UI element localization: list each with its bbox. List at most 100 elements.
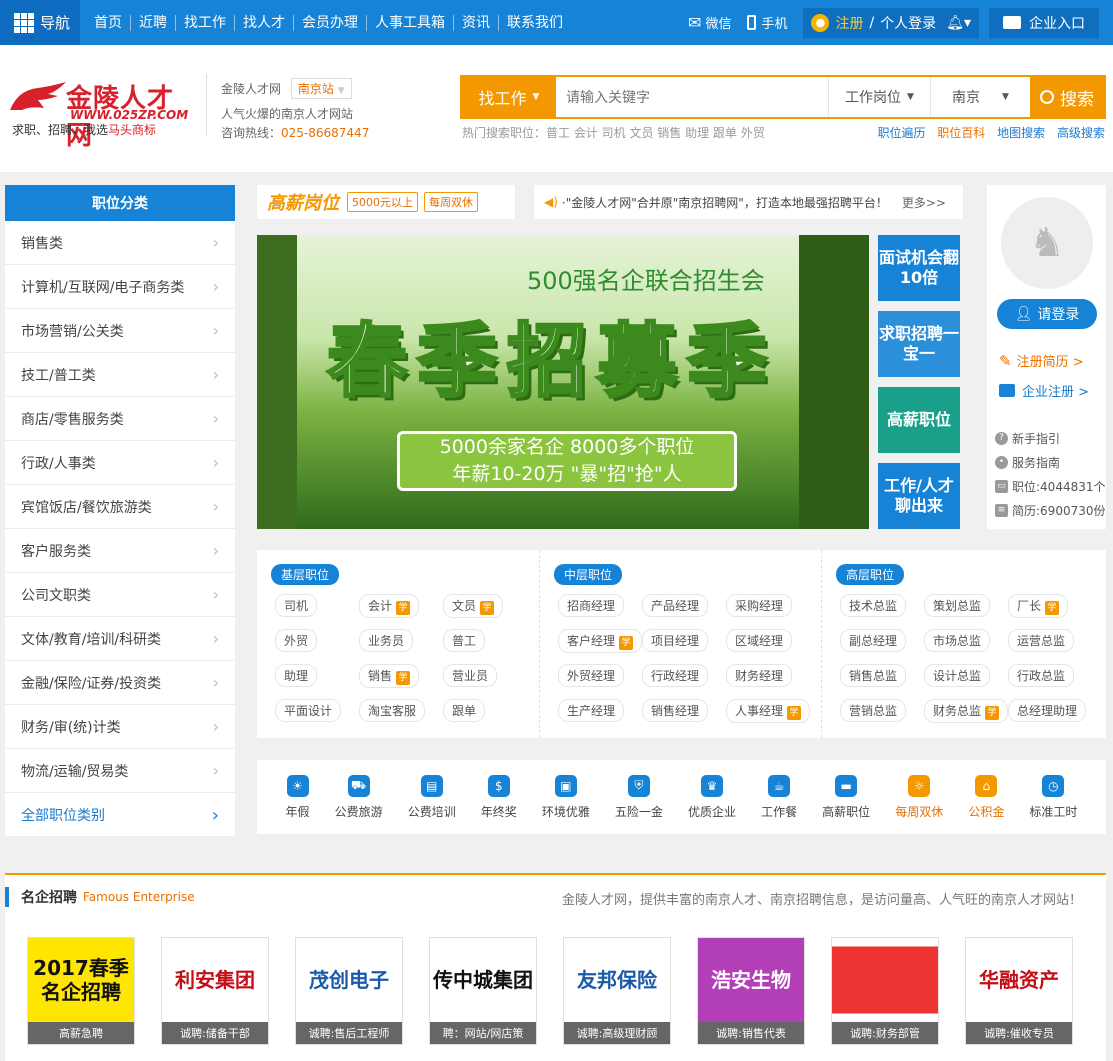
welfare-item[interactable]: ◷ 标准工时 xyxy=(1029,774,1077,820)
mobile-link[interactable]: 手机 xyxy=(747,13,787,32)
job-tag[interactable]: 市场总监 xyxy=(924,629,991,652)
job-tag[interactable]: 财务总监学 xyxy=(924,699,1009,723)
job-tag[interactable]: 客户经理学 xyxy=(558,629,643,653)
welfare-item[interactable]: ▤ 公费培训 xyxy=(408,774,456,820)
job-tag[interactable]: 淘宝客服 xyxy=(359,699,426,722)
job-position-dropdown[interactable]: 工作岗位 ▼ xyxy=(828,77,930,117)
job-tag[interactable]: 厂长学 xyxy=(1008,594,1069,618)
tile-job-app[interactable]: 求职招聘一宝一 xyxy=(878,311,960,377)
service-guide-link[interactable]: • 服务指南 xyxy=(995,454,1060,471)
nav-link-find-talent[interactable]: 找人才 xyxy=(235,14,294,31)
job-tag[interactable]: 项目经理 xyxy=(642,629,709,652)
job-tag[interactable]: 区域经理 xyxy=(726,629,793,652)
enterprise-card[interactable]: 友邦保险 诚聘:高级理财顾 xyxy=(563,937,671,1045)
welfare-item[interactable]: ♛ 优质企业 xyxy=(688,774,736,820)
job-tag[interactable]: 司机 xyxy=(275,594,318,617)
welfare-item[interactable]: ☕ 工作餐 xyxy=(761,774,797,820)
category-item[interactable]: 销售类 › xyxy=(5,221,235,265)
job-tag[interactable]: 文员学 xyxy=(443,594,504,618)
enterprise-entry-button[interactable]: 企业入口 xyxy=(989,7,1099,38)
category-item[interactable]: 宾馆饭店/餐饮旅游类 › xyxy=(5,485,235,529)
search-type-dropdown[interactable]: 找工作 ▼ xyxy=(462,77,556,117)
job-tag[interactable]: 运营总监 xyxy=(1008,629,1075,652)
notice-more-link[interactable]: 更多>> xyxy=(902,194,946,211)
job-tag[interactable]: 普工 xyxy=(443,629,486,652)
tile-interview-boost[interactable]: 面试机会翻10倍 xyxy=(878,235,960,301)
enterprise-card[interactable]: 2017春季名企招聘 高薪急聘 xyxy=(27,937,135,1045)
job-tag[interactable]: 销售学 xyxy=(359,664,420,688)
link-job-traverse[interactable]: 职位遍历 xyxy=(877,126,925,140)
category-item[interactable]: 物流/运输/贸易类 › xyxy=(5,749,235,793)
category-item[interactable]: 文体/教育/培训/科研类 › xyxy=(5,617,235,661)
enterprise-card[interactable]: 传中城集团 聘：网站/网店策 xyxy=(429,937,537,1045)
hot-search-terms[interactable]: 普工 会计 司机 文员 销售 助理 跟单 外贸 xyxy=(546,126,765,140)
main-banner[interactable]: 500强名企联合招生会 春季招募季 5000余家名企 8000多个职位 年薪10… xyxy=(257,235,869,529)
link-job-encyclopedia[interactable]: 职位百科 xyxy=(937,126,985,140)
link-map-search[interactable]: 地图搜索 xyxy=(997,126,1045,140)
nav-link-home[interactable]: 首页 xyxy=(86,14,131,31)
welfare-item[interactable]: $ 年终奖 xyxy=(481,774,517,820)
bell-dropdown-icon[interactable]: 🔔︎▾ xyxy=(946,15,971,31)
job-tag[interactable]: 财务经理 xyxy=(726,664,793,687)
company-register-link[interactable]: 企业注册 > xyxy=(999,381,1089,400)
high-salary-strip[interactable]: 高薪岗位 5000元以上 每周双休 xyxy=(257,185,515,219)
city-switch[interactable]: 南京站 ▼ xyxy=(290,78,352,99)
job-tag[interactable]: 外贸经理 xyxy=(558,664,625,687)
enterprise-card[interactable]: 华融资产 诚聘:催收专员 xyxy=(965,937,1073,1045)
category-item[interactable]: 公司文职类 › xyxy=(5,573,235,617)
personal-login-link[interactable]: 个人登录 xyxy=(880,13,936,33)
enterprise-card[interactable]: 茂创电子 诚聘:售后工程师 xyxy=(295,937,403,1045)
job-tag[interactable]: 营销总监 xyxy=(840,699,907,722)
category-item[interactable]: 市场营销/公关类 › xyxy=(5,309,235,353)
job-tag[interactable]: 外贸 xyxy=(275,629,318,652)
enterprise-card[interactable]: 浩安生物 诚聘:销售代表 xyxy=(697,937,805,1045)
tile-high-salary[interactable]: 高薪职位 xyxy=(878,387,960,453)
job-tag[interactable]: 产品经理 xyxy=(642,594,709,617)
category-item[interactable]: 计算机/互联网/电子商务类 › xyxy=(5,265,235,309)
job-tag[interactable]: 技术总监 xyxy=(840,594,907,617)
register-link[interactable]: 注册 xyxy=(835,13,863,33)
enterprise-card[interactable]: 诚聘:财务部管 xyxy=(831,937,939,1045)
job-tag[interactable]: 人事经理学 xyxy=(726,699,811,723)
welfare-item[interactable]: ▣ 环境优雅 xyxy=(542,774,590,820)
job-tag[interactable]: 策划总监 xyxy=(924,594,991,617)
category-item[interactable]: 商店/零售服务类 › xyxy=(5,397,235,441)
welfare-item[interactable]: ⛟ 公费旅游 xyxy=(335,774,383,820)
job-tag[interactable]: 招商经理 xyxy=(558,594,625,617)
wechat-link[interactable]: ✉ 微信 xyxy=(688,13,731,32)
job-tag[interactable]: 销售经理 xyxy=(642,699,709,722)
nav-link-find-job[interactable]: 找工作 xyxy=(176,14,235,31)
welfare-item[interactable]: ⌂ 公积金 xyxy=(968,774,1004,820)
notice-text[interactable]: ·"金陵人才网"合并原"南京招聘网"，打造本地最强招聘平台！ xyxy=(562,194,888,211)
job-tag[interactable]: 总经理助理 xyxy=(1008,699,1087,722)
nav-link-contact[interactable]: 联系我们 xyxy=(499,15,571,31)
nav-link-hr-tools[interactable]: 人事工具箱 xyxy=(367,14,454,31)
enterprise-card[interactable]: 利安集团 诚聘:储备干部 xyxy=(161,937,269,1045)
job-tag[interactable]: 行政总监 xyxy=(1008,664,1075,687)
job-tag[interactable]: 设计总监 xyxy=(924,664,991,687)
job-tag[interactable]: 营业员 xyxy=(443,664,498,687)
job-tag[interactable]: 助理 xyxy=(275,664,318,687)
login-button[interactable]: 👤︎ 请登录 xyxy=(997,299,1097,329)
job-tag[interactable]: 业务员 xyxy=(359,629,414,652)
category-item[interactable]: 金融/保险/证券/投资类 › xyxy=(5,661,235,705)
site-logo[interactable]: 金陵人才网 WWW.025ZP.COM 求职、招聘，我选马头商标 xyxy=(8,74,198,151)
job-tag[interactable]: 平面设计 xyxy=(275,699,342,722)
search-button[interactable]: 搜索 xyxy=(1030,77,1104,117)
all-categories-link[interactable]: 全部职位类别 › xyxy=(5,793,235,837)
city-dropdown[interactable]: 南京 ▼ xyxy=(930,77,1030,117)
welfare-item[interactable]: ▬ 高薪职位 xyxy=(822,774,870,820)
nav-link-recent[interactable]: 近聘 xyxy=(131,14,176,31)
category-item[interactable]: 财务/审(统)计类 › xyxy=(5,705,235,749)
nav-toggle-button[interactable]: 导航 xyxy=(0,0,80,45)
category-item[interactable]: 技工/普工类 › xyxy=(5,353,235,397)
welfare-item[interactable]: ⛨ 五险一金 xyxy=(615,774,663,820)
tile-chat[interactable]: 工作/人才聊出来 xyxy=(878,463,960,529)
welfare-item[interactable]: ☀ 年假 xyxy=(286,774,310,820)
welfare-item[interactable]: ☼ 每周双休 xyxy=(895,774,943,820)
job-tag[interactable]: 生产经理 xyxy=(558,699,625,722)
job-tag[interactable]: 销售总监 xyxy=(840,664,907,687)
nav-link-news[interactable]: 资讯 xyxy=(454,14,499,31)
job-tag[interactable]: 行政经理 xyxy=(642,664,709,687)
category-item[interactable]: 客户服务类 › xyxy=(5,529,235,573)
